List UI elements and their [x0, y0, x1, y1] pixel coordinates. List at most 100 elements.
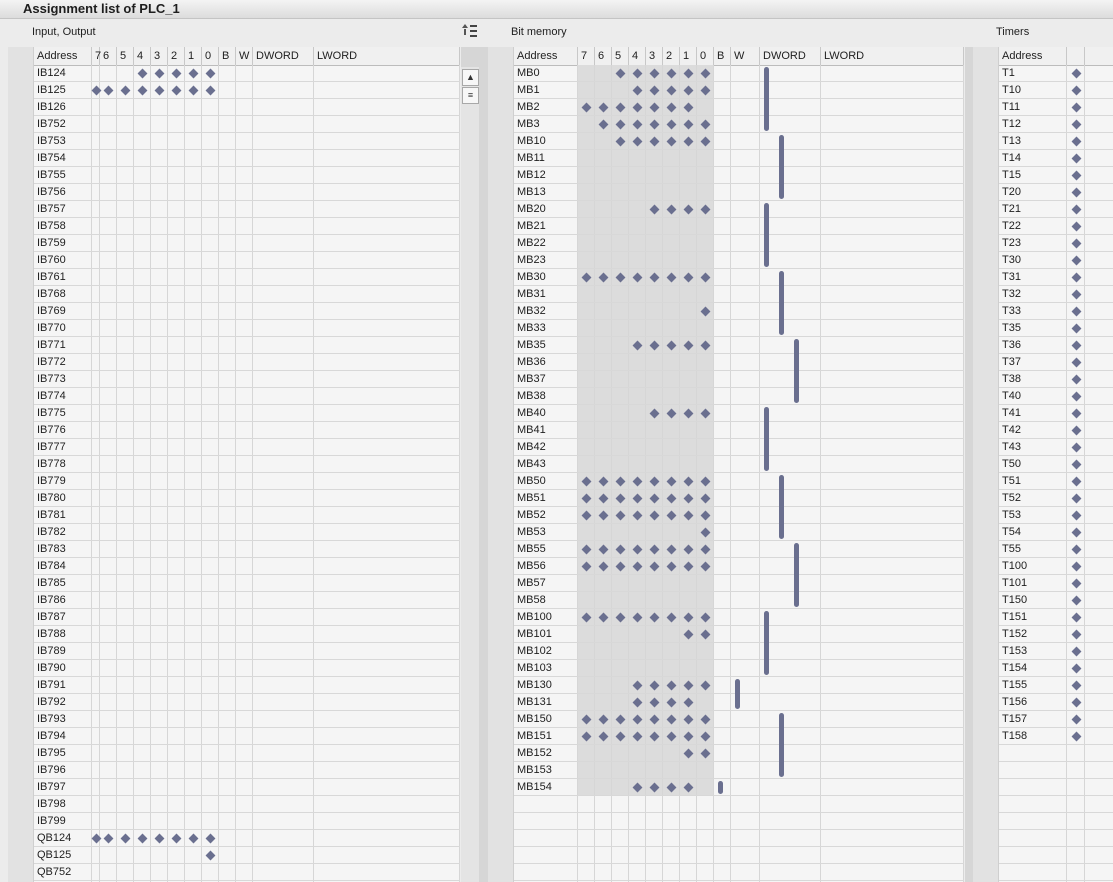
table-row[interactable]: IB773	[8, 371, 460, 388]
row-handle[interactable]	[973, 218, 999, 235]
table-row[interactable]	[488, 847, 964, 864]
table-row[interactable]: MB12	[488, 167, 964, 184]
row-handle[interactable]	[973, 745, 999, 762]
table-row[interactable]: IB789	[8, 643, 460, 660]
table-row[interactable]: MB33	[488, 320, 964, 337]
row-handle[interactable]	[488, 711, 514, 728]
row-handle[interactable]	[8, 643, 34, 660]
table-row[interactable]	[973, 830, 1113, 847]
row-handle[interactable]	[8, 133, 34, 150]
row-handle[interactable]	[973, 626, 999, 643]
table-row[interactable]: T13	[973, 133, 1113, 150]
table-row[interactable]: IB752	[8, 116, 460, 133]
table-row[interactable]: T35	[973, 320, 1113, 337]
row-handle[interactable]	[973, 116, 999, 133]
row-handle[interactable]	[8, 388, 34, 405]
row-handle[interactable]	[973, 762, 999, 779]
table-row[interactable]: MB37	[488, 371, 964, 388]
col-header[interactable]: W	[731, 47, 760, 65]
table-row[interactable]: MB51	[488, 490, 964, 507]
col-header[interactable]: 1	[185, 47, 202, 65]
row-handle[interactable]	[488, 677, 514, 694]
table-row[interactable]: MB55	[488, 541, 964, 558]
table-row[interactable]: IB756	[8, 184, 460, 201]
row-handle[interactable]	[973, 337, 999, 354]
row-handle[interactable]	[8, 864, 34, 881]
table-row[interactable]: MB35	[488, 337, 964, 354]
table-row[interactable]: IB795	[8, 745, 460, 762]
table-row[interactable]: IB771	[8, 337, 460, 354]
row-handle[interactable]	[973, 201, 999, 218]
row-handle[interactable]	[488, 643, 514, 660]
table-row[interactable]: IB784	[8, 558, 460, 575]
table-row[interactable]: IB785	[8, 575, 460, 592]
table-row[interactable]	[973, 864, 1113, 881]
table-row[interactable]: MB30	[488, 269, 964, 286]
row-handle[interactable]	[973, 422, 999, 439]
row-handle[interactable]	[488, 490, 514, 507]
col-header[interactable]: 3	[151, 47, 168, 65]
row-handle[interactable]	[8, 847, 34, 864]
table-row[interactable]: T52	[973, 490, 1113, 507]
col-header[interactable]: 0	[697, 47, 714, 65]
row-handle[interactable]	[488, 745, 514, 762]
row-handle[interactable]	[973, 82, 999, 99]
row-handle[interactable]	[973, 660, 999, 677]
row-handle[interactable]	[973, 269, 999, 286]
row-handle[interactable]	[973, 575, 999, 592]
row-handle[interactable]	[973, 779, 999, 796]
row-handle[interactable]	[8, 592, 34, 609]
table-row[interactable]: MB101	[488, 626, 964, 643]
row-handle[interactable]	[488, 286, 514, 303]
col-header[interactable]	[1067, 47, 1085, 65]
table-row[interactable]: MB58	[488, 592, 964, 609]
row-handle[interactable]	[973, 286, 999, 303]
table-row[interactable]: T157	[973, 711, 1113, 728]
col-header[interactable]: LWORD	[314, 47, 460, 65]
table-row[interactable]: T22	[973, 218, 1113, 235]
col-header[interactable]: Address	[999, 47, 1067, 65]
row-handle[interactable]	[973, 167, 999, 184]
row-handle[interactable]	[488, 422, 514, 439]
table-row[interactable]: IB769	[8, 303, 460, 320]
row-handle[interactable]	[8, 456, 34, 473]
table-row[interactable]: MB36	[488, 354, 964, 371]
table-row[interactable]: T43	[973, 439, 1113, 456]
row-handle[interactable]	[973, 99, 999, 116]
row-handle[interactable]	[488, 524, 514, 541]
row-handle[interactable]	[973, 252, 999, 269]
row-handle[interactable]	[8, 252, 34, 269]
row-handle[interactable]	[973, 439, 999, 456]
table-row[interactable]: IB775	[8, 405, 460, 422]
col-header[interactable]: 4	[134, 47, 151, 65]
row-handle[interactable]	[488, 592, 514, 609]
table-row[interactable]: MB11	[488, 150, 964, 167]
table-row[interactable]: T55	[973, 541, 1113, 558]
row-handle[interactable]	[488, 796, 514, 813]
table-row[interactable]: IB125	[8, 82, 460, 99]
row-handle[interactable]	[488, 218, 514, 235]
col-header[interactable]: B	[714, 47, 731, 65]
row-handle[interactable]	[488, 507, 514, 524]
row-handle[interactable]	[488, 184, 514, 201]
row-handle[interactable]	[8, 201, 34, 218]
row-handle[interactable]	[8, 694, 34, 711]
table-row[interactable]: T155	[973, 677, 1113, 694]
col-header[interactable]: B	[219, 47, 236, 65]
row-handle[interactable]	[8, 813, 34, 830]
table-row[interactable]: T154	[973, 660, 1113, 677]
table-row[interactable]: IB797	[8, 779, 460, 796]
row-handle[interactable]	[488, 99, 514, 116]
row-handle[interactable]	[973, 133, 999, 150]
table-row[interactable]: T156	[973, 694, 1113, 711]
row-handle[interactable]	[8, 235, 34, 252]
col-header[interactable]: 3	[646, 47, 663, 65]
row-handle[interactable]	[973, 490, 999, 507]
table-row[interactable]: IB798	[8, 796, 460, 813]
table-row[interactable]: T20	[973, 184, 1113, 201]
table-row[interactable]: IB776	[8, 422, 460, 439]
row-handle[interactable]	[8, 439, 34, 456]
col-header[interactable]: 5	[117, 47, 134, 65]
table-row[interactable]: IB760	[8, 252, 460, 269]
table-row[interactable]: T41	[973, 405, 1113, 422]
